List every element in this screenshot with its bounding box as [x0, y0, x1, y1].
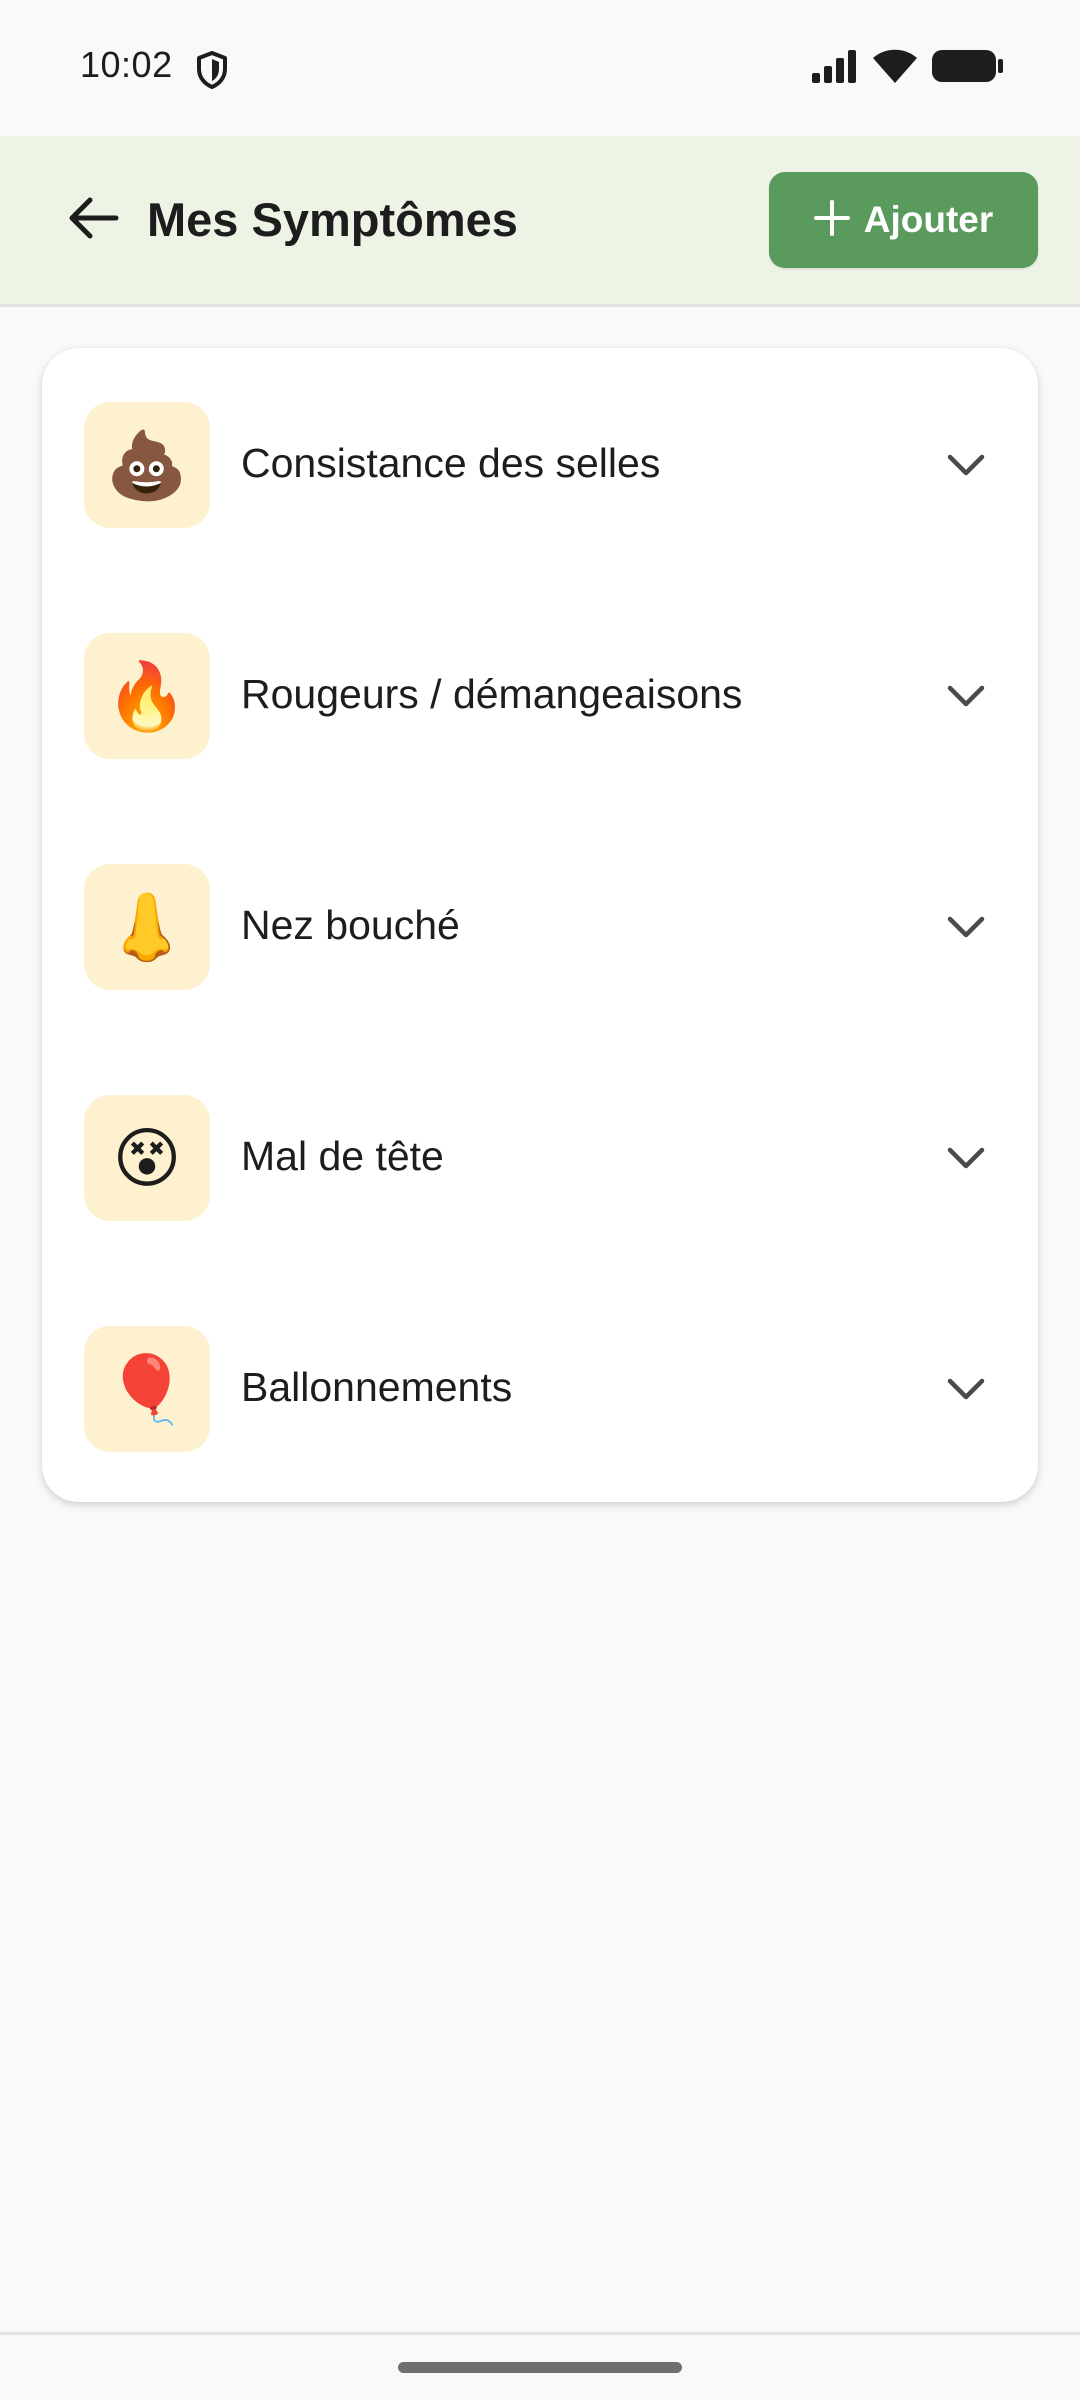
- status-icons: [812, 48, 1004, 88]
- symptom-item[interactable]: 👃 Nez bouché: [42, 810, 1038, 990]
- page-title: Mes Symptômes: [147, 193, 518, 246]
- arrow-left-icon: [68, 196, 120, 245]
- chevron-down-icon[interactable]: [943, 1135, 989, 1181]
- symptom-label: Consistance des selles: [241, 440, 661, 486]
- poop-emoji-icon: 💩: [84, 402, 210, 528]
- symptom-item[interactable]: 🎈 Ballonnements: [42, 1272, 1038, 1452]
- symptom-item[interactable]: 💩 Consistance des selles: [42, 348, 1038, 528]
- symptom-item[interactable]: 😵 Mal de tête: [42, 1041, 1038, 1221]
- nose-emoji-icon: 👃: [84, 864, 210, 990]
- nav-divider: [0, 2332, 1080, 2335]
- gesture-handle[interactable]: [398, 2362, 682, 2373]
- symptom-label: Mal de tête: [241, 1133, 444, 1179]
- chevron-down-icon[interactable]: [943, 442, 989, 488]
- add-button-label: Ajouter: [863, 199, 994, 240]
- symptom-item[interactable]: 🔥 Rougeurs / démangeaisons: [42, 579, 1038, 759]
- fire-emoji-icon: 🔥: [84, 633, 210, 759]
- battery-icon: [932, 48, 1004, 89]
- dizzy-face-emoji-icon: 😵: [84, 1095, 210, 1221]
- app-bar: Mes Symptômes Ajouter: [0, 136, 1080, 307]
- symptoms-card: 💩 Consistance des selles 🔥 Rougeurs / dé…: [42, 348, 1038, 1502]
- symptom-label: Rougeurs / démangeaisons: [241, 671, 743, 717]
- plus-icon: [813, 199, 850, 241]
- symptom-label: Nez bouché: [241, 902, 460, 948]
- signal-icon: [812, 49, 858, 88]
- shield-icon: [196, 50, 228, 90]
- symptom-label: Ballonnements: [241, 1364, 513, 1410]
- status-time: 10:02: [80, 44, 173, 85]
- status-bar: 10:02: [0, 0, 1080, 136]
- balloon-emoji-icon: 🎈: [84, 1326, 210, 1452]
- wifi-icon: [872, 48, 918, 89]
- chevron-down-icon[interactable]: [943, 673, 989, 719]
- add-button[interactable]: Ajouter: [769, 172, 1038, 268]
- chevron-down-icon[interactable]: [943, 904, 989, 950]
- back-button[interactable]: [60, 186, 128, 254]
- chevron-down-icon[interactable]: [943, 1366, 989, 1412]
